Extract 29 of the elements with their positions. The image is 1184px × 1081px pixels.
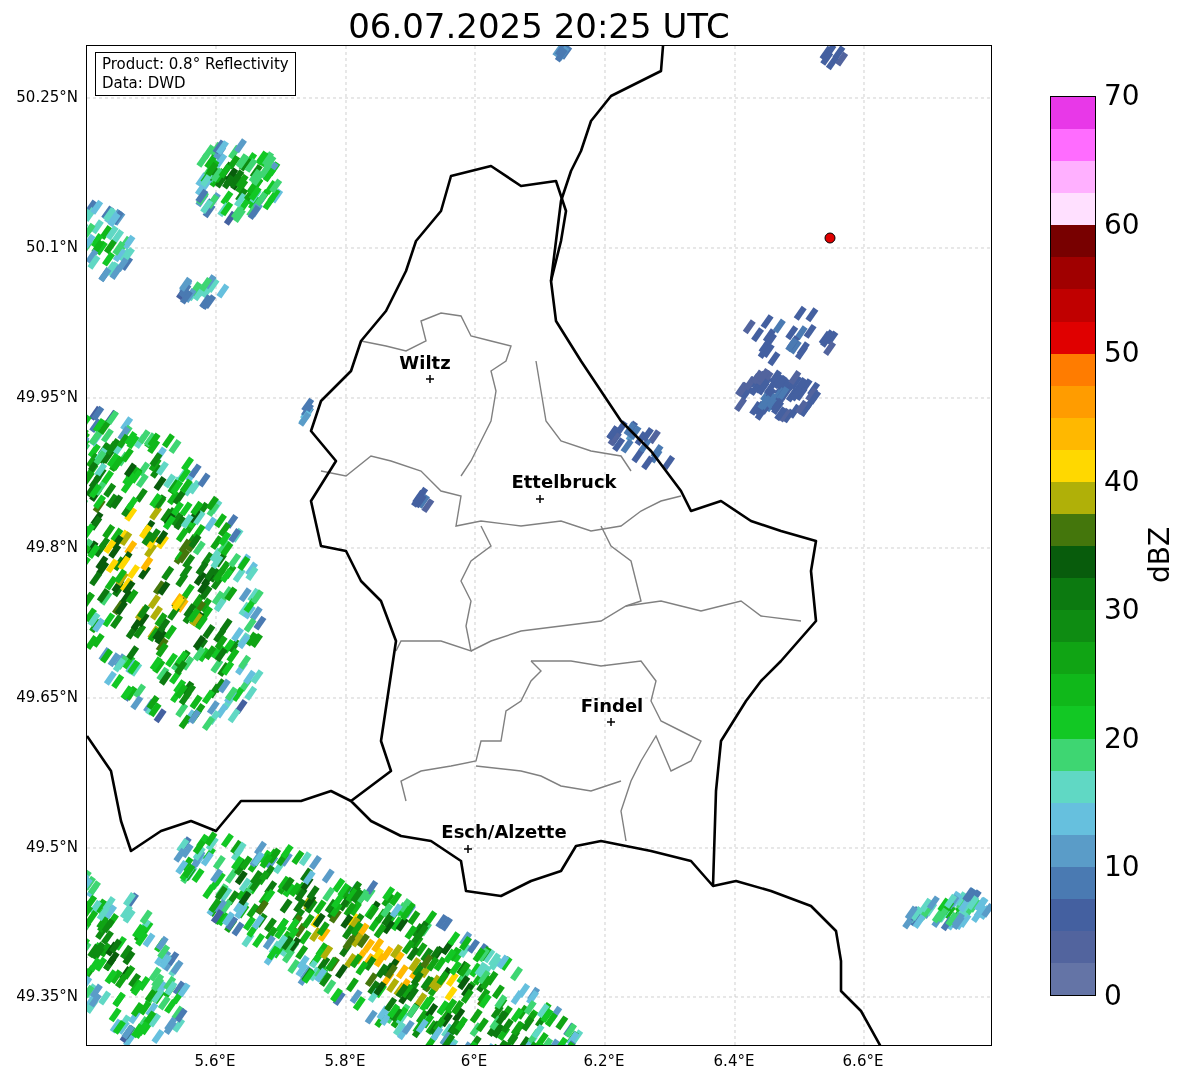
latitude-label: 49.8°N	[25, 538, 78, 556]
latitude-label: 49.65°N	[16, 688, 78, 706]
colorbar-tick-label: 70	[1104, 81, 1140, 111]
colorbar-tick-label: 60	[1104, 209, 1140, 240]
longitude-label: 5.6°E	[194, 1052, 236, 1070]
longitude-label: 5.8°E	[324, 1052, 366, 1070]
colorbar-tick-label: 30	[1104, 595, 1140, 626]
latitude-label: 49.5°N	[25, 838, 78, 856]
longitude-label: 6.2°E	[583, 1052, 625, 1070]
colorbar-tick-label: 50	[1104, 338, 1140, 369]
info-text: Data: DWD	[102, 74, 187, 93]
colorbar-label: dBZ	[1145, 526, 1175, 584]
longitude-label: 6.6°E	[842, 1052, 884, 1070]
colorbar-tick-label: 0	[1104, 981, 1122, 1011]
city-label: Wiltz	[399, 353, 451, 373]
colorbar-tick-label: 10	[1104, 852, 1140, 883]
colorbar-tick-label: 20	[1104, 723, 1140, 754]
longitude-label: 6.4°E	[713, 1052, 755, 1070]
info-text: Product: 0.8° Reflectivity	[102, 55, 289, 74]
latitude-label: 50.1°N	[25, 238, 78, 256]
city-label: Esch/Alzette	[441, 822, 567, 842]
city-label: Ettelbruck	[511, 472, 617, 492]
city-label: Findel	[580, 696, 644, 716]
latitude-label: 50.25°N	[16, 88, 78, 106]
latitude-label: 49.95°N	[16, 388, 78, 406]
longitude-label: 6°E	[460, 1052, 488, 1070]
chart-title: 06.07.2025 20:25 UTC	[347, 5, 731, 48]
latitude-label: 49.35°N	[16, 987, 78, 1005]
colorbar-tick-label: 40	[1104, 466, 1140, 497]
